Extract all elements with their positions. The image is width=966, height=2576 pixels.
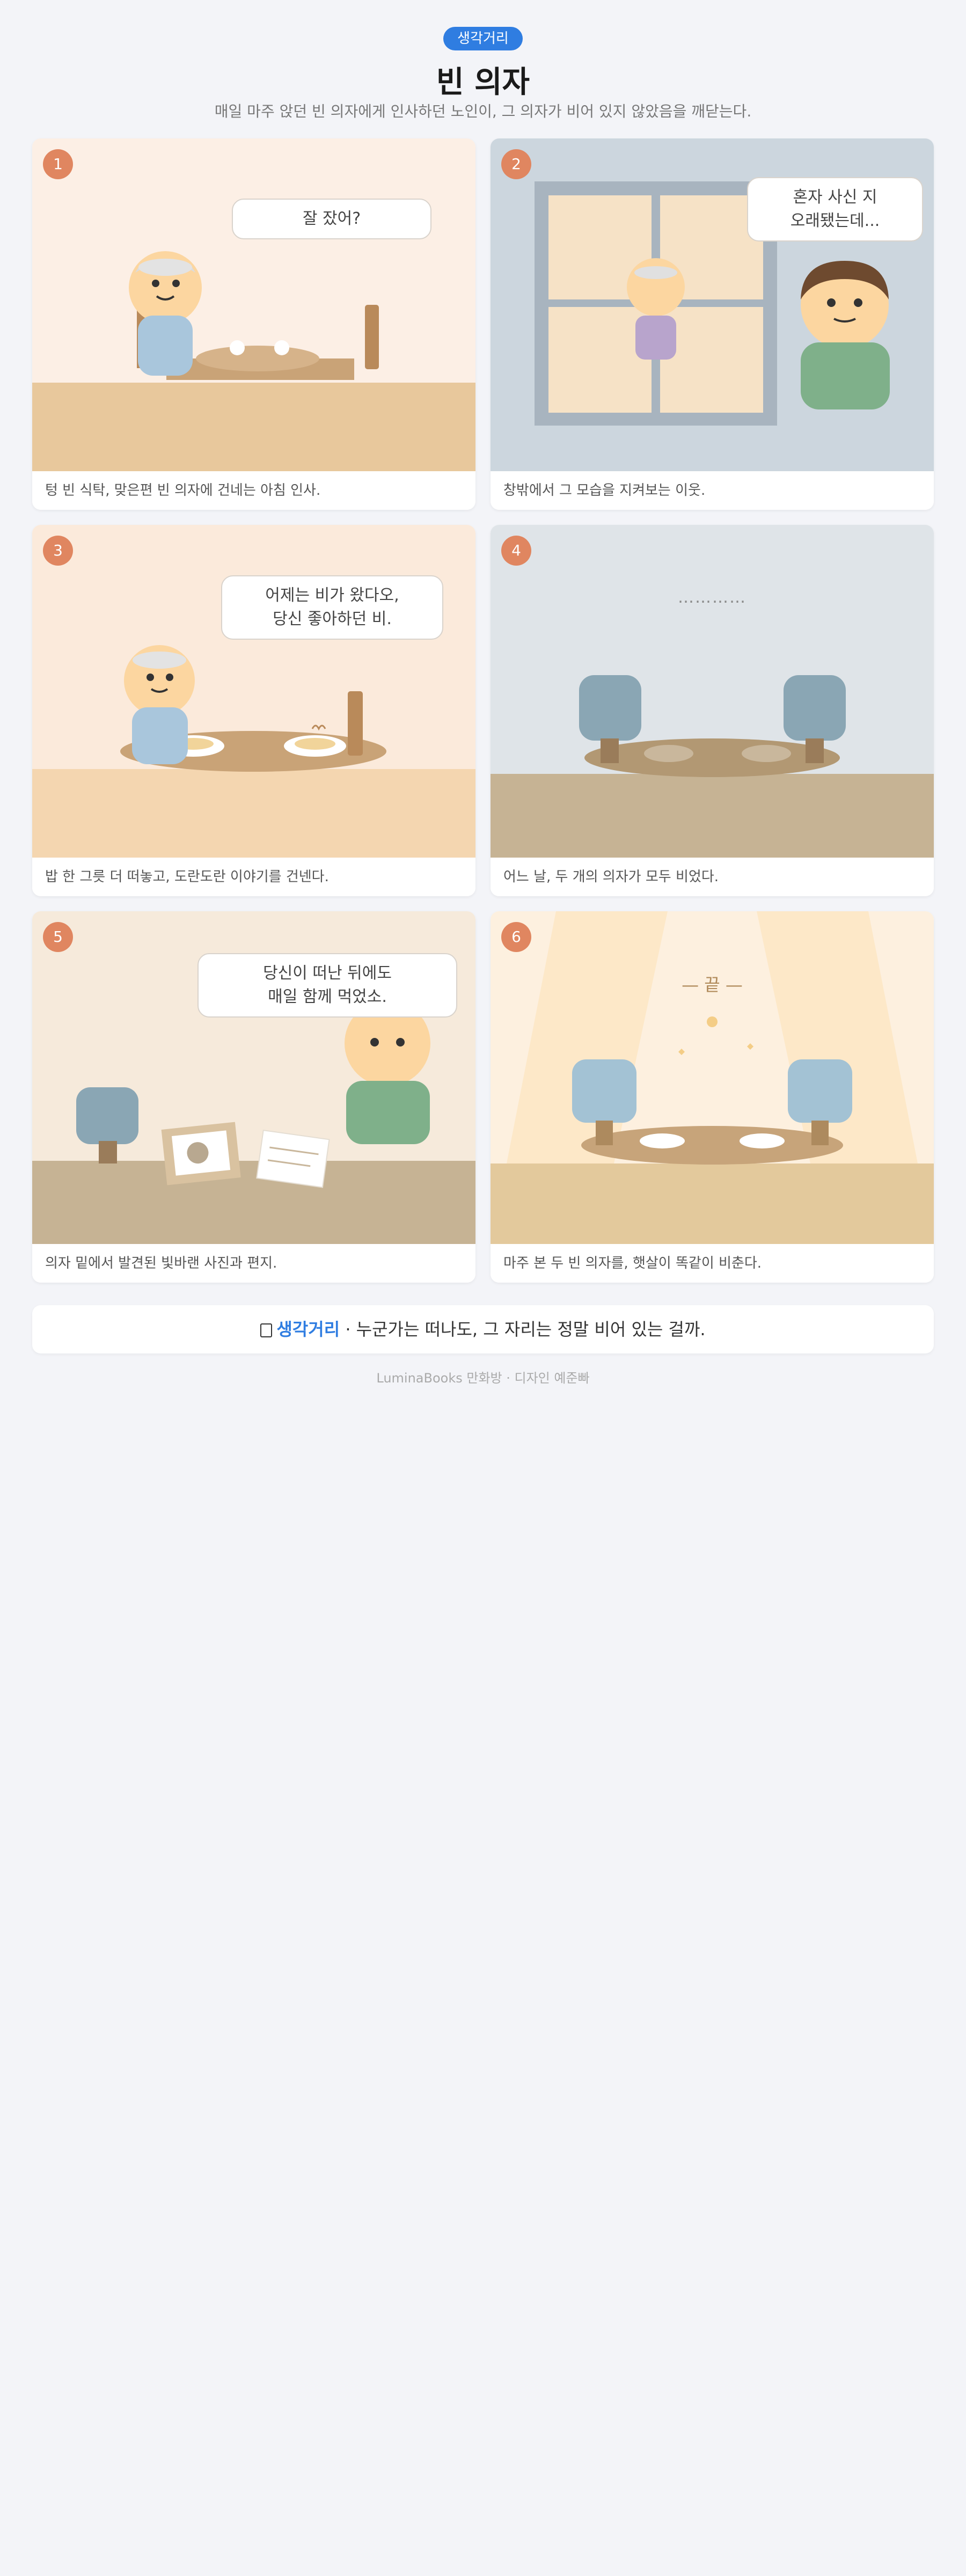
- panel-caption: 창밖에서 그 모습을 지켜보는 이웃.: [491, 471, 934, 510]
- comic-panel-3: 3 어제는 비가 왔다오, 당신 좋아하던 비. 밥 한 그릇 더 떠놓고, 도…: [32, 525, 475, 896]
- credit-line: LuminaBooks 만화방 · 디자인 예준빠: [376, 1371, 590, 1386]
- speech-line: 매일 함께 먹었소.: [268, 987, 387, 1006]
- comic-panel-5: 5 당신이 떠난 뒤에도 매일 함께 먹었소. 의자 밑에서 발견된 빛바랜 사…: [32, 911, 475, 1283]
- comic-panel-4: 4 ………… 어느 날, 두 개의 의자가 모두 비었다.: [491, 525, 934, 896]
- panel-4-illustration: [491, 525, 934, 858]
- panel-caption: 어느 날, 두 개의 의자가 모두 비었다.: [491, 858, 934, 896]
- category-badge[interactable]: 생각거리: [443, 27, 523, 50]
- comic-panel-2: 2 혼자 사신 지 오래됐는데... 창밖에서 그 모습을 지켜보는 이웃.: [491, 138, 934, 510]
- comic-panel-6: 6 — 끝 — 마주 본 두 빈 의자를, 햇살이 똑같이 비춘다.: [491, 911, 934, 1283]
- panel-number-badge: 4: [501, 536, 531, 566]
- speech-line: 오래됐는데...: [790, 211, 880, 230]
- speech-bubble: 잘 잤어?: [232, 199, 431, 239]
- panel-number-badge: 2: [501, 149, 531, 179]
- speech-bubble: 당신이 떠난 뒤에도 매일 함께 먹었소.: [197, 953, 457, 1018]
- panel-caption: 텅 빈 식탁, 맞은편 빈 의자에 건네는 아침 인사.: [32, 471, 475, 510]
- speech-line: 어제는 비가 왔다오,: [265, 586, 399, 605]
- comic-panel-1: 1 잘 잤어? 텅 빈 식탁, 맞은편 빈 의자에 건네는 아침 인사.: [32, 138, 475, 510]
- footer-card: 생각거리 · 누군가는 떠나도, 그 자리는 정말 비어 있는 걸까.: [32, 1305, 934, 1353]
- panel-caption: 밥 한 그릇 더 떠놓고, 도란도란 이야기를 건넨다.: [32, 858, 475, 896]
- panel-number-badge: 6: [501, 922, 531, 952]
- panel-1-illustration: [32, 138, 475, 471]
- speech-bubble: 어제는 비가 왔다오, 당신 좋아하던 비.: [221, 575, 443, 640]
- end-mark: — 끝 —: [682, 975, 743, 995]
- panel-number-badge: 3: [43, 536, 73, 566]
- footer-text: · 누군가는 떠나도, 그 자리는 정말 비어 있는 걸까.: [340, 1319, 706, 1340]
- silence-dots: …………: [678, 588, 747, 607]
- panel-number-badge: 5: [43, 922, 73, 952]
- panel-6-illustration: [491, 911, 934, 1244]
- speech-line: 혼자 사신 지: [793, 188, 877, 207]
- panel-caption: 의자 밑에서 발견된 빛바랜 사진과 편지.: [32, 1244, 475, 1283]
- panel-3-illustration: [32, 525, 475, 858]
- speech-line: 당신 좋아하던 비.: [273, 610, 392, 628]
- speech-bubble: 혼자 사신 지 오래됐는데...: [747, 177, 923, 241]
- speech-line: 당신이 떠난 뒤에도: [263, 964, 392, 983]
- panel-number-badge: 1: [43, 149, 73, 179]
- footer-brand-link[interactable]: 생각거리: [276, 1319, 340, 1340]
- page-subtitle: 매일 마주 앉던 빈 의자에게 인사하던 노인이, 그 의자가 비어 있지 않았…: [214, 103, 752, 120]
- thought-icon: [260, 1323, 273, 1337]
- page-title: 빈 의자: [436, 65, 530, 100]
- panel-caption: 마주 본 두 빈 의자를, 햇살이 똑같이 비춘다.: [491, 1244, 934, 1283]
- speech-line: 잘 잤어?: [302, 209, 361, 228]
